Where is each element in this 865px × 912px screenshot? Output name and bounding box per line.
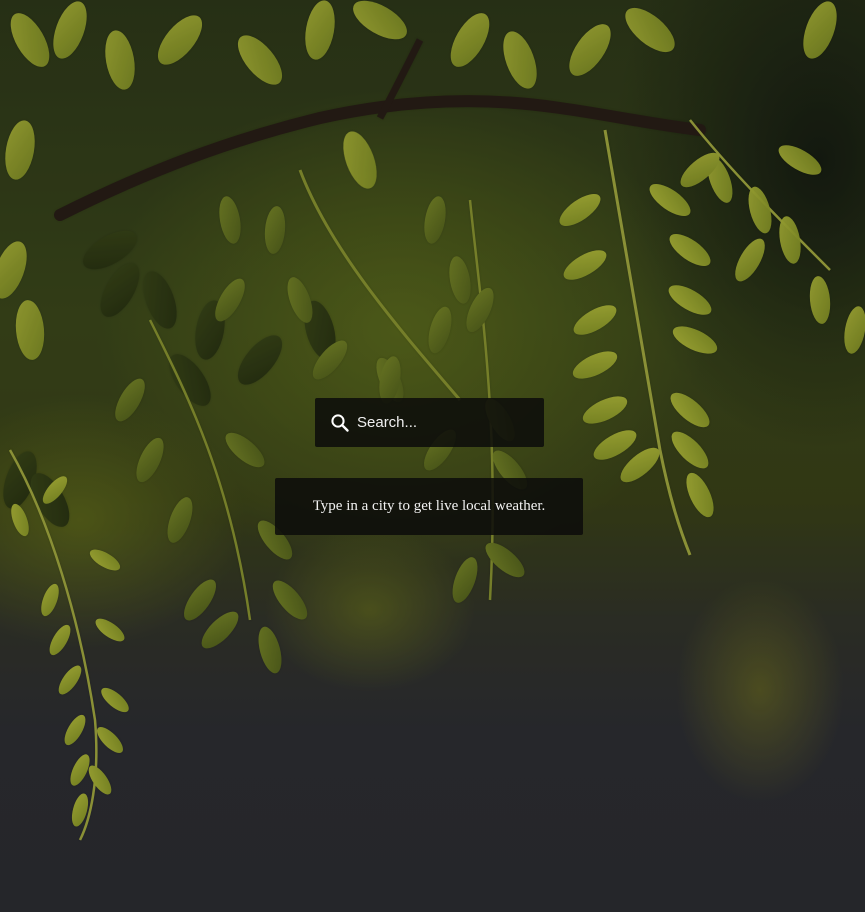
search-input[interactable] <box>357 398 556 447</box>
weather-app-screen: Type in a city to get live local weather… <box>0 0 865 912</box>
search-hint-panel: Type in a city to get live local weather… <box>275 478 583 535</box>
search-hint-text: Type in a city to get live local weather… <box>312 498 546 514</box>
search-bar[interactable] <box>315 398 556 447</box>
background-foliage-image <box>0 0 865 841</box>
search-icon <box>330 413 350 433</box>
